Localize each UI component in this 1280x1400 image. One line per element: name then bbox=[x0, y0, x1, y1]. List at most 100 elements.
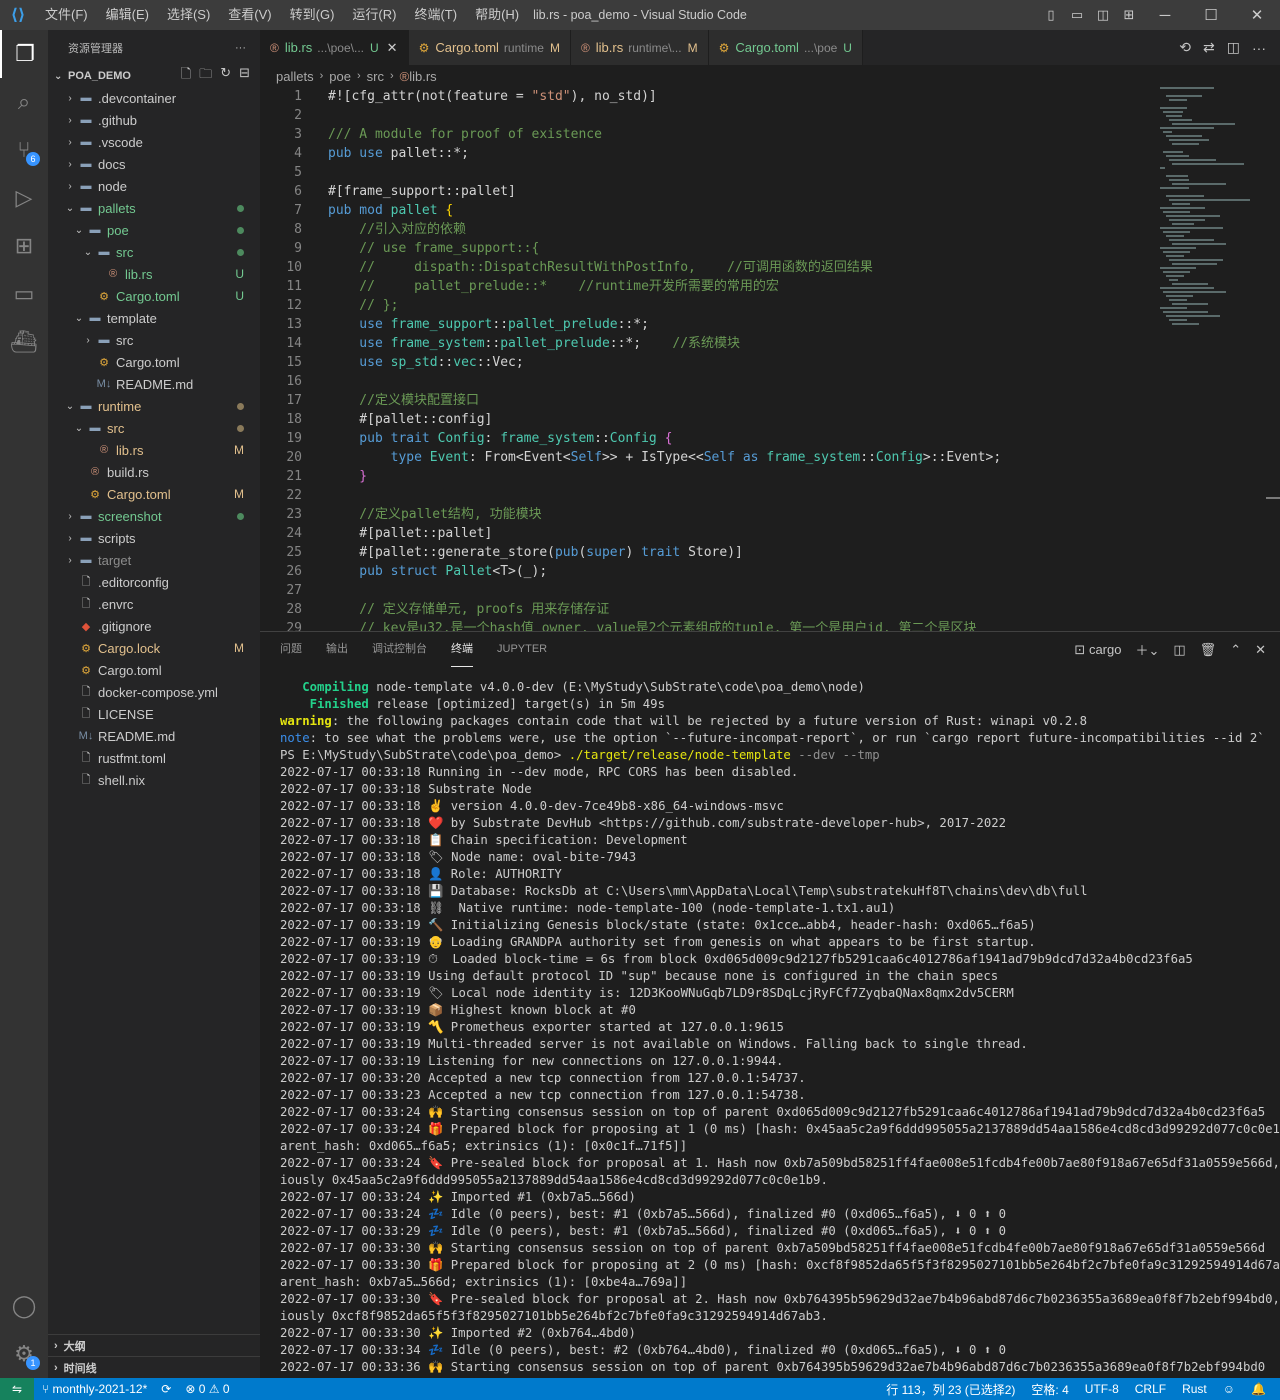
kill-terminal-icon[interactable]: 🗑 bbox=[1200, 642, 1217, 658]
new-terminal-icon[interactable]: ＋⌄ bbox=[1135, 640, 1159, 659]
docker-icon[interactable]: ⛴ bbox=[0, 318, 48, 366]
customize-layout-icon[interactable]: ⊞ bbox=[1116, 7, 1142, 23]
editor-tab[interactable]: ⚙ Cargo.toml ...\poe U bbox=[708, 30, 863, 65]
tree-item[interactable]: › ▬ src bbox=[48, 329, 260, 351]
outline-section[interactable]: › 大纲 bbox=[48, 1334, 260, 1356]
editor-tab[interactable]: ® lib.rs runtime\... M bbox=[570, 30, 709, 65]
extensions-icon[interactable]: ⊞ bbox=[0, 222, 48, 270]
more-actions-icon[interactable]: ··· bbox=[1252, 40, 1266, 56]
new-file-icon[interactable]: 🗋 bbox=[181, 65, 191, 87]
notifications-bell-icon[interactable]: 🔔 bbox=[1251, 1382, 1266, 1396]
tree-item[interactable]: ⌄ ▬ src bbox=[48, 417, 260, 439]
toggle-panel-icon[interactable]: ▭ bbox=[1064, 7, 1090, 23]
problems-indicator[interactable]: ⊗ 0 ⚠ 0 bbox=[185, 1382, 229, 1396]
tree-item[interactable]: › ▬ .devcontainer bbox=[48, 87, 260, 109]
feedback-icon[interactable]: ☺ bbox=[1223, 1382, 1235, 1396]
maximize-button[interactable]: ☐ bbox=[1188, 6, 1234, 24]
terminal-output[interactable]: Compiling node-template v4.0.0-dev (E:\M… bbox=[280, 679, 1280, 1376]
tree-item[interactable]: › ▬ screenshot bbox=[48, 505, 260, 527]
timeline-section[interactable]: › 时间线 bbox=[48, 1356, 260, 1378]
tree-item[interactable]: ⌄ ▬ poe bbox=[48, 219, 260, 241]
scrollbar-marker[interactable] bbox=[1266, 497, 1280, 499]
toggle-sidebar-icon[interactable]: ▯ bbox=[1038, 7, 1064, 23]
remote-indicator-icon[interactable]: ⇋ bbox=[0, 1378, 34, 1400]
tree-item[interactable]: ⚙ Cargo.lock M bbox=[48, 637, 260, 659]
menu-item[interactable]: 文件(F) bbox=[36, 0, 97, 30]
close-tab-icon[interactable]: ✕ bbox=[387, 40, 398, 56]
code-editor[interactable]: 1 #![cfg_attr(not(feature = "std"), no_st… bbox=[260, 87, 1280, 631]
tree-item[interactable]: ® lib.rs U bbox=[48, 263, 260, 285]
end-of-line[interactable]: CRLF bbox=[1135, 1382, 1166, 1396]
tree-item[interactable]: › ▬ target bbox=[48, 549, 260, 571]
split-terminal-icon[interactable]: ◫ bbox=[1173, 642, 1185, 658]
tree-item[interactable]: › ▬ docs bbox=[48, 153, 260, 175]
tree-item[interactable]: › ▬ .vscode bbox=[48, 131, 260, 153]
toggle-secondary-sidebar-icon[interactable]: ◫ bbox=[1090, 7, 1116, 23]
editor-tab[interactable]: ⚙ Cargo.toml runtime M bbox=[408, 30, 571, 65]
tree-item[interactable]: ⌄ ▬ pallets bbox=[48, 197, 260, 219]
breadcrumb-item[interactable]: pallets bbox=[276, 69, 314, 84]
search-icon[interactable]: ⌕ bbox=[0, 78, 48, 126]
panel-tab[interactable]: 调试控制台 bbox=[372, 632, 427, 667]
tree-item[interactable]: › ▬ scripts bbox=[48, 527, 260, 549]
tree-item[interactable]: 🗋 shell.nix bbox=[48, 769, 260, 791]
menu-item[interactable]: 查看(V) bbox=[219, 0, 280, 30]
tree-item[interactable]: ® build.rs bbox=[48, 461, 260, 483]
more-actions-icon[interactable]: ··· bbox=[235, 42, 246, 54]
close-window-button[interactable]: ✕ bbox=[1234, 6, 1280, 24]
menu-item[interactable]: 终端(T) bbox=[405, 0, 466, 30]
sync-icon[interactable]: ⟳ bbox=[161, 1382, 171, 1396]
tree-item[interactable]: ⌄ ▬ src bbox=[48, 241, 260, 263]
panel-tab[interactable]: 输出 bbox=[326, 632, 348, 667]
timeline-history-icon[interactable]: ⟲ bbox=[1179, 39, 1191, 56]
tree-item[interactable]: 🗋 .envrc bbox=[48, 593, 260, 615]
settings-gear-icon[interactable]: ⚙ 1 bbox=[0, 1330, 48, 1378]
tree-item[interactable]: ⚙ Cargo.toml bbox=[48, 351, 260, 373]
encoding[interactable]: UTF-8 bbox=[1085, 1382, 1119, 1396]
panel-tab[interactable]: 问题 bbox=[280, 632, 302, 667]
collapse-all-icon[interactable]: ⊟ bbox=[239, 65, 250, 87]
new-folder-icon[interactable]: 🗀 bbox=[199, 65, 212, 87]
tree-item[interactable]: 🗋 .editorconfig bbox=[48, 571, 260, 593]
tree-item[interactable]: 🗋 docker-compose.yml bbox=[48, 681, 260, 703]
tree-item[interactable]: ® lib.rs M bbox=[48, 439, 260, 461]
git-branch[interactable]: ⑂ monthly-2021-12* bbox=[42, 1382, 147, 1396]
menu-item[interactable]: 转到(G) bbox=[281, 0, 344, 30]
breadcrumb-item[interactable]: poe bbox=[329, 69, 351, 84]
tree-item[interactable]: 🗋 rustfmt.toml bbox=[48, 747, 260, 769]
maximize-panel-icon[interactable]: ⌃ bbox=[1230, 642, 1241, 658]
project-root[interactable]: ⌄ POA_DEMO 🗋 🗀 ↻ ⊟ bbox=[48, 65, 260, 87]
open-changes-icon[interactable]: ⇄ bbox=[1203, 39, 1215, 56]
tree-item[interactable]: 🗋 LICENSE bbox=[48, 703, 260, 725]
tree-item[interactable]: › ▬ node bbox=[48, 175, 260, 197]
menu-item[interactable]: 帮助(H) bbox=[466, 0, 528, 30]
run-debug-icon[interactable]: ▷ bbox=[0, 174, 48, 222]
remote-explorer-icon[interactable]: ▭ bbox=[0, 270, 48, 318]
tree-item[interactable]: ⚙ Cargo.toml bbox=[48, 659, 260, 681]
source-control-icon[interactable]: ⑂ 6 bbox=[0, 126, 48, 174]
split-editor-icon[interactable]: ◫ bbox=[1227, 39, 1240, 56]
minimize-button[interactable]: ─ bbox=[1142, 7, 1188, 24]
tree-item[interactable]: › ▬ .github bbox=[48, 109, 260, 131]
cursor-position[interactable]: 行 113，列 23 (已选择2) bbox=[886, 1381, 1015, 1398]
editor-tab[interactable]: ® lib.rs ...\poe\... U ✕ bbox=[260, 30, 409, 65]
tree-item[interactable]: ◆ .gitignore bbox=[48, 615, 260, 637]
tree-item[interactable]: ⚙ Cargo.toml U bbox=[48, 285, 260, 307]
terminal-selector[interactable]: ⊡ cargo bbox=[1074, 642, 1121, 658]
refresh-icon[interactable]: ↻ bbox=[220, 65, 231, 87]
panel-tab[interactable]: JUPYTER bbox=[497, 632, 547, 667]
tree-item[interactable]: ⌄ ▬ runtime bbox=[48, 395, 260, 417]
explorer-icon[interactable]: ❐ bbox=[0, 30, 48, 78]
menu-item[interactable]: 运行(R) bbox=[343, 0, 405, 30]
tree-item[interactable]: ⚙ Cargo.toml M bbox=[48, 483, 260, 505]
indentation[interactable]: 空格: 4 bbox=[1031, 1381, 1068, 1398]
tree-item[interactable]: M↓ README.md bbox=[48, 373, 260, 395]
language-mode[interactable]: Rust bbox=[1182, 1382, 1207, 1396]
panel-tab[interactable]: 终端 bbox=[451, 632, 473, 667]
account-icon[interactable]: ◯ bbox=[0, 1282, 48, 1330]
menu-item[interactable]: 编辑(E) bbox=[97, 0, 158, 30]
tree-item[interactable]: ⌄ ▬ template bbox=[48, 307, 260, 329]
close-panel-icon[interactable]: ✕ bbox=[1255, 642, 1266, 658]
breadcrumb-item[interactable]: src bbox=[367, 69, 384, 84]
tree-item[interactable]: M↓ README.md bbox=[48, 725, 260, 747]
